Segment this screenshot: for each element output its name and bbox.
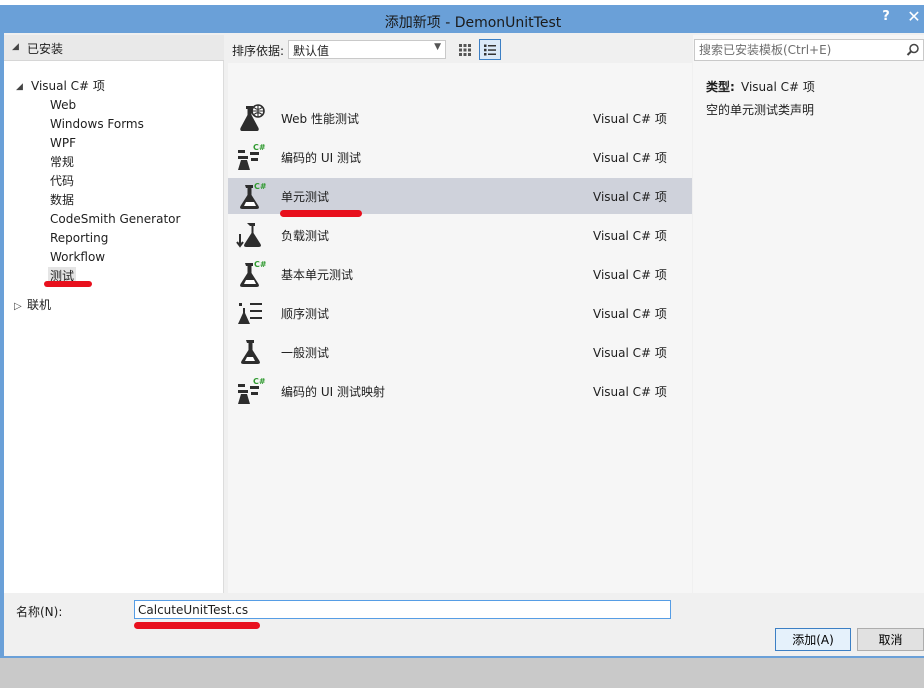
collapse-arrow-icon[interactable]: ◢ [12,42,19,52]
tree-node-visual-csharp[interactable]: Visual C# 项 [31,77,105,96]
tree-node-wpf[interactable]: WPF [50,134,76,153]
dropdown-arrow-icon: ▼ [434,42,441,52]
template-details-panel: 类型: Visual C# 项 空的单元测试类声明 [693,35,924,593]
tree-node-installed-label: 已安装 [27,42,64,56]
template-list-panel: 排序依据: 默认值 ▼ Web 性能测试 Visual C# 项 C# 编码的 … [228,35,692,593]
template-row-ordered-test[interactable]: 顺序测试 Visual C# 项 [228,295,692,331]
add-button[interactable]: 添加(A) [775,628,851,651]
basic-unit-test-icon: C# [240,260,266,287]
template-category: Visual C# 项 [593,151,667,165]
collapsed-arrow-icon[interactable]: ▷ [14,301,22,312]
annotation-underline [280,210,362,217]
template-category: Visual C# 项 [593,229,667,243]
sort-dropdown-value: 默认值 [293,44,330,58]
template-search-input[interactable] [699,42,895,58]
svg-text:C#: C# [254,182,266,191]
coded-ui-test-icon: C# [238,143,266,170]
expanded-arrow-icon[interactable]: ◢ [16,82,23,92]
help-button[interactable]: ? [876,9,896,27]
template-name: 顺序测试 [281,307,330,321]
tree-node-web[interactable]: Web [50,96,76,115]
svg-text:C#: C# [254,260,266,269]
tree-node-codesmith-generator[interactable]: CodeSmith Generator [50,210,180,229]
template-row-generic-test[interactable]: 一般测试 Visual C# 项 [228,334,692,370]
template-category-tree: ◢ 已安装 ◢ Visual C# 项 Web Windows Forms WP… [4,35,224,593]
sort-toolbar: 排序依据: 默认值 ▼ [228,35,692,63]
grid-view-icon [459,43,471,56]
cancel-button[interactable]: 取消 [857,628,924,651]
template-name: 负载测试 [281,229,330,243]
search-icon[interactable] [906,43,920,57]
template-row-load-test[interactable]: 负载测试 Visual C# 项 [228,217,692,253]
template-description: 空的单元测试类声明 [706,103,815,117]
tree-node-reporting[interactable]: Reporting [50,229,108,248]
list-view-icon [484,44,496,55]
type-value: Visual C# 项 [741,80,815,94]
add-new-item-dialog: 添加新项 - DemonUnitTest ? ✕ ◢ 已安装 ◢ Visual … [0,5,924,658]
template-category: Visual C# 项 [593,346,667,360]
ordered-test-icon [238,303,262,324]
template-category: Visual C# 项 [593,268,667,282]
sort-dropdown[interactable]: 默认值 ▼ [288,40,446,59]
tree-node-general[interactable]: 常规 [50,153,74,172]
template-category: Visual C# 项 [593,190,667,204]
unit-test-icon: C# [240,182,266,209]
template-row-basic-unit-test[interactable]: C# 基本单元测试 Visual C# 项 [228,256,692,292]
template-category: Visual C# 项 [593,112,667,126]
template-category: Visual C# 项 [593,307,667,321]
generic-test-icon [241,340,260,364]
template-name: Web 性能测试 [281,112,359,126]
dialog-title-bar[interactable]: 添加新项 - DemonUnitTest ? ✕ [0,5,924,33]
template-name: 编码的 UI 测试 [281,151,361,165]
list-view-button[interactable] [479,39,501,60]
dialog-title: 添加新项 - DemonUnitTest [384,15,562,31]
template-name: 编码的 UI 测试映射 [281,385,385,399]
tree-node-code[interactable]: 代码 [50,172,74,191]
background-window-strip [0,658,924,688]
template-name: 基本单元测试 [281,268,354,282]
web-performance-test-icon [240,104,265,131]
tree-node-online[interactable]: 联机 [27,296,51,315]
tree-node-data[interactable]: 数据 [50,191,74,210]
template-category: Visual C# 项 [593,385,667,399]
annotation-underline [44,281,92,287]
template-name: 一般测试 [281,346,330,360]
annotation-underline [134,622,260,629]
dialog-client-area: ◢ 已安装 ◢ Visual C# 项 Web Windows Forms WP… [4,33,924,656]
template-row-coded-ui-test-map[interactable]: C# 编码的 UI 测试映射 Visual C# 项 [228,373,692,409]
sort-label: 排序依据: [232,44,285,58]
template-row-coded-ui-test[interactable]: C# 编码的 UI 测试 Visual C# 项 [228,139,692,175]
svg-text:C#: C# [253,143,266,152]
load-test-icon [236,223,261,248]
template-row-unit-test[interactable]: C# 单元测试 Visual C# 项 [228,178,692,214]
small-icons-view-button[interactable] [454,39,476,60]
template-row-web-performance-test[interactable]: Web 性能测试 Visual C# 项 [228,100,692,136]
tree-node-windows-forms[interactable]: Windows Forms [50,115,144,134]
tree-node-installed[interactable]: ◢ 已安装 [4,35,224,61]
type-label: 类型: [706,80,735,94]
coded-ui-test-map-icon: C# [238,377,266,404]
template-search-box[interactable] [694,39,924,61]
close-button[interactable]: ✕ [904,7,924,27]
svg-text:C#: C# [253,377,266,386]
name-field-box[interactable] [134,600,671,619]
tree-node-workflow[interactable]: Workflow [50,248,105,267]
name-input[interactable] [138,602,658,617]
name-label: 名称(N): [16,605,63,619]
template-name: 单元测试 [281,190,330,204]
